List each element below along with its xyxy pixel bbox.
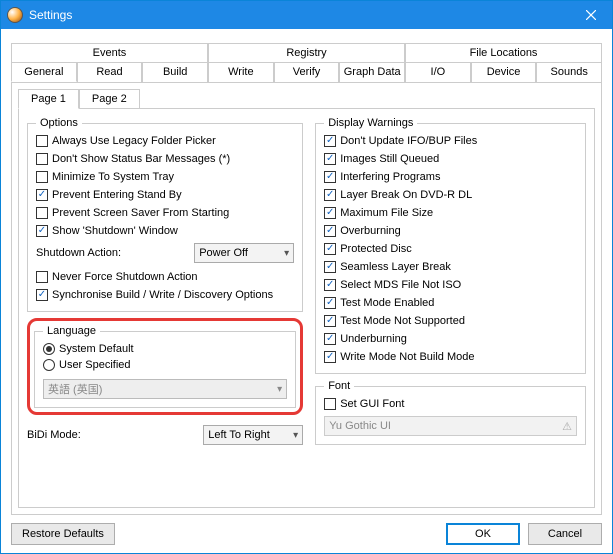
opt-show-shutdown-window-label: Show 'Shutdown' Window [52,225,178,237]
opt-always-use-legacy-folder-picker-label: Always Use Legacy Folder Picker [52,135,216,147]
tab-file-locations[interactable]: File Locations [405,43,602,62]
dw-test-mode-not-supported-label: Test Mode Not Supported [340,315,465,327]
dw-interfering-programs-label: Interfering Programs [340,171,440,183]
tab-verify[interactable]: Verify [274,62,340,82]
font-group: Font Set GUI Font Yu Gothic UI ⚠ [315,380,586,445]
tabs-row-bottom: General Read Build Write Verify Graph Da… [11,62,602,83]
display-warnings-legend: Display Warnings [324,117,417,129]
settings-window: Settings Events Registry File Locations … [0,0,613,554]
language-select: 英語 (英国) [43,379,287,399]
bidi-label: BiDi Mode: [27,429,197,441]
dw-protected-disc-label: Protected Disc [340,243,412,255]
dw-layer-break-on-dvd-r-dl-label: Layer Break On DVD-R DL [340,189,472,201]
opt-prevent-screen-saver-from-starting-label: Prevent Screen Saver From Starting [52,207,229,219]
opt-synchronise-build-write-discovery-options-label: Synchronise Build / Write / Discovery Op… [52,289,273,301]
dw-overburning-checkbox[interactable] [324,225,336,237]
bidi-select[interactable]: Left To Right [203,425,303,445]
font-field: Yu Gothic UI ⚠ [324,416,577,436]
opt-minimize-to-system-tray-label: Minimize To System Tray [52,171,174,183]
opt-prevent-entering-stand-by-label: Prevent Entering Stand By [52,189,182,201]
dw-overburning-label: Overburning [340,225,401,237]
language-legend: Language [43,325,100,337]
font-legend: Font [324,380,354,392]
options-group: Options Always Use Legacy Folder Picker D… [27,117,303,312]
tabs-row-top: Events Registry File Locations [11,43,602,63]
bottom-bar: Restore Defaults OK Cancel [11,515,602,545]
cancel-button[interactable]: Cancel [528,523,602,545]
titlebar: Settings [1,1,612,29]
opt-minimize-to-system-tray-checkbox[interactable] [36,171,48,183]
opt-prevent-screen-saver-from-starting-checkbox[interactable] [36,207,48,219]
tab-device[interactable]: Device [471,62,537,82]
dw-protected-disc-checkbox[interactable] [324,243,336,255]
client-area: Events Registry File Locations General R… [1,29,612,553]
tab-general[interactable]: General [11,62,77,82]
dw-don-t-update-ifo-bup-files-label: Don't Update IFO/BUP Files [340,135,477,147]
warning-icon: ⚠ [562,420,572,433]
dw-images-still-queued-checkbox[interactable] [324,153,336,165]
tab-graph-data[interactable]: Graph Data [339,62,405,82]
options-legend: Options [36,117,82,129]
window-title: Settings [29,8,570,22]
ok-button[interactable]: OK [446,523,520,545]
opt-always-use-legacy-folder-picker-checkbox[interactable] [36,135,48,147]
display-warnings-group: Display Warnings Don't Update IFO/BUP Fi… [315,117,586,374]
dw-maximum-file-size-checkbox[interactable] [324,207,336,219]
subtabs: Page 1 Page 2 [18,89,595,109]
set-gui-font-checkbox[interactable] [324,398,336,410]
dw-write-mode-not-build-mode-label: Write Mode Not Build Mode [340,351,474,363]
dw-underburning-checkbox[interactable] [324,333,336,345]
set-gui-font-label: Set GUI Font [340,398,404,410]
tab-events[interactable]: Events [11,43,208,62]
left-column: Options Always Use Legacy Folder Picker D… [27,117,303,499]
opt-synchronise-build-write-discovery-options-checkbox[interactable] [36,289,48,301]
tab-build[interactable]: Build [142,62,208,82]
radio-system-default[interactable] [43,343,55,355]
dw-layer-break-on-dvd-r-dl-checkbox[interactable] [324,189,336,201]
subtab-page2[interactable]: Page 2 [79,89,140,109]
dw-interfering-programs-checkbox[interactable] [324,171,336,183]
opt-never-force-shutdown-action-checkbox[interactable] [36,271,48,283]
dw-test-mode-enabled-checkbox[interactable] [324,297,336,309]
dw-images-still-queued-label: Images Still Queued [340,153,439,165]
tab-write[interactable]: Write [208,62,274,82]
main-area: Page 1 Page 2 Options Always Use Legacy … [11,83,602,515]
tab-sounds[interactable]: Sounds [536,62,602,82]
opt-never-force-shutdown-action-label: Never Force Shutdown Action [52,271,198,283]
close-icon [586,10,596,20]
radio-user-specified-label: User Specified [59,359,131,371]
opt-don-t-show-status-bar-messages-checkbox[interactable] [36,153,48,165]
subpage: Options Always Use Legacy Folder Picker D… [18,108,595,508]
dw-test-mode-enabled-label: Test Mode Enabled [340,297,434,309]
dw-select-mds-file-not-iso-checkbox[interactable] [324,279,336,291]
language-group: Language System Default User Specified 英… [34,325,296,408]
tab-io[interactable]: I/O [405,62,471,82]
radio-user-specified[interactable] [43,359,55,371]
dw-select-mds-file-not-iso-label: Select MDS File Not ISO [340,279,461,291]
tab-read[interactable]: Read [77,62,143,82]
radio-system-default-label: System Default [59,343,134,355]
subtab-page1[interactable]: Page 1 [18,89,79,109]
dw-underburning-label: Underburning [340,333,407,345]
opt-prevent-entering-stand-by-checkbox[interactable] [36,189,48,201]
dw-seamless-layer-break-checkbox[interactable] [324,261,336,273]
dw-maximum-file-size-label: Maximum File Size [340,207,433,219]
dw-test-mode-not-supported-checkbox[interactable] [324,315,336,327]
dw-don-t-update-ifo-bup-files-checkbox[interactable] [324,135,336,147]
right-column: Display Warnings Don't Update IFO/BUP Fi… [315,117,586,499]
close-button[interactable] [570,1,612,29]
shutdown-action-select[interactable]: Power Off [194,243,294,263]
dw-seamless-layer-break-label: Seamless Layer Break [340,261,451,273]
shutdown-action-label: Shutdown Action: [36,247,188,259]
restore-defaults-button[interactable]: Restore Defaults [11,523,115,545]
app-icon [7,7,23,23]
opt-show-shutdown-window-checkbox[interactable] [36,225,48,237]
tab-registry[interactable]: Registry [208,43,405,62]
dw-write-mode-not-build-mode-checkbox[interactable] [324,351,336,363]
language-highlight: Language System Default User Specified 英… [27,318,303,415]
opt-don-t-show-status-bar-messages-label: Don't Show Status Bar Messages (*) [52,153,230,165]
